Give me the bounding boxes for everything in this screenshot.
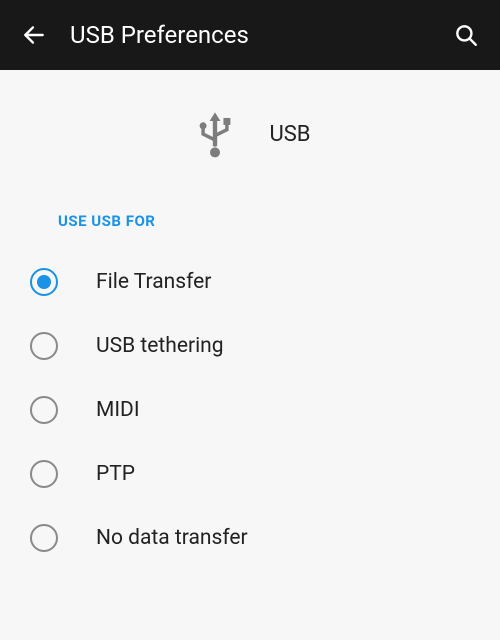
option-label: No data transfer	[96, 526, 248, 550]
radio-button[interactable]	[30, 332, 58, 360]
radio-button[interactable]	[30, 460, 58, 488]
section-heading: USE USB FOR	[0, 192, 500, 250]
radio-button[interactable]	[30, 524, 58, 552]
usb-mode-options: File Transfer USB tethering MIDI PTP No data…	[0, 250, 500, 570]
page-title: USB Preferences	[70, 21, 448, 49]
search-button[interactable]	[448, 17, 484, 53]
option-label: PTP	[96, 462, 135, 486]
radio-button[interactable]	[30, 396, 58, 424]
usb-icon	[189, 108, 241, 160]
usb-mode-option[interactable]: USB tethering	[0, 314, 500, 378]
option-label: USB tethering	[96, 334, 224, 358]
search-icon	[453, 22, 479, 48]
usb-hero-label: USB	[269, 122, 310, 147]
usb-mode-option[interactable]: PTP	[0, 442, 500, 506]
usb-hero: USB	[0, 70, 500, 192]
usb-mode-option[interactable]: No data transfer	[0, 506, 500, 570]
option-label: MIDI	[96, 398, 140, 422]
option-label: File Transfer	[96, 270, 211, 294]
usb-mode-option[interactable]: File Transfer	[0, 250, 500, 314]
app-header: USB Preferences	[0, 0, 500, 70]
usb-mode-option[interactable]: MIDI	[0, 378, 500, 442]
back-button[interactable]	[16, 17, 52, 53]
radio-button[interactable]	[30, 268, 58, 296]
arrow-left-icon	[21, 22, 47, 48]
